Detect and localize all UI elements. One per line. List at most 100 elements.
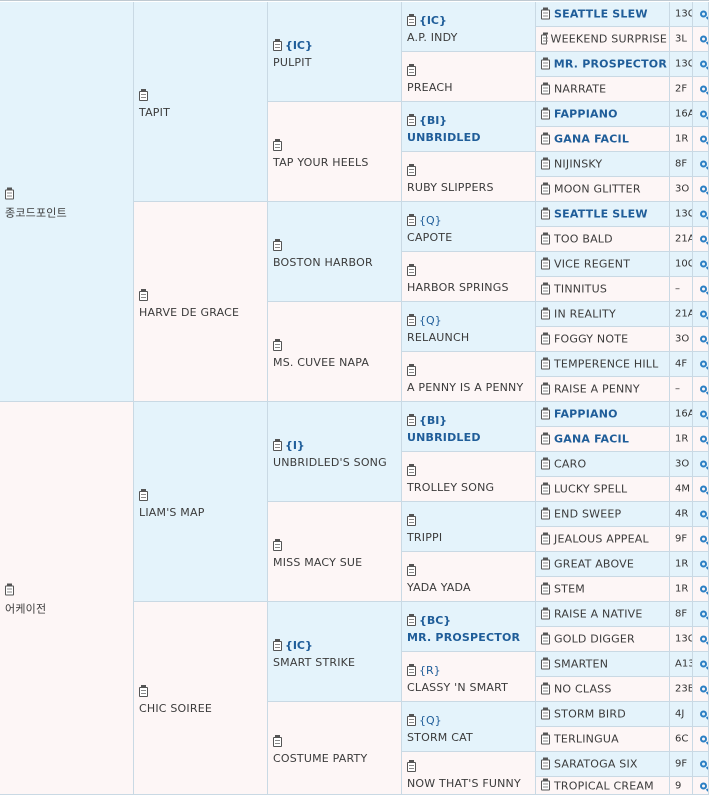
horse-name[interactable]: LUCKY SPELL: [554, 483, 627, 496]
magnifier-icon[interactable]: [700, 35, 707, 43]
horse-name[interactable]: NOW THAT'S FUNNY: [407, 777, 533, 790]
magnifier-icon[interactable]: [700, 60, 707, 68]
ancestor-gen4[interactable]: TROLLEY SONG: [402, 452, 536, 502]
clipboard-icon[interactable]: [407, 113, 416, 126]
ancestor-gen5[interactable]: FAPPIANO: [536, 402, 670, 427]
magnifier-icon[interactable]: [700, 10, 707, 18]
magnifier-icon[interactable]: [700, 335, 707, 343]
ancestor-gen5[interactable]: NARRATE: [536, 77, 670, 102]
ancestor-gen5[interactable]: MOON GLITTER: [536, 177, 670, 202]
search-cell[interactable]: [693, 527, 709, 552]
ancestor-gen5[interactable]: GANA FACIL: [536, 127, 670, 152]
clipboard-icon[interactable]: [541, 732, 550, 744]
horse-name[interactable]: GANA FACIL: [554, 133, 629, 146]
horse-name[interactable]: TROLLEY SONG: [407, 481, 533, 494]
ancestor-gen5[interactable]: TOO BALD: [536, 227, 670, 252]
clipboard-icon[interactable]: [541, 657, 550, 669]
clipboard-icon[interactable]: [273, 438, 282, 451]
clipboard-icon[interactable]: [541, 382, 550, 394]
horse-name[interactable]: FOGGY NOTE: [554, 333, 628, 346]
clipboard-icon[interactable]: [541, 157, 550, 169]
magnifier-icon[interactable]: [700, 210, 707, 218]
search-cell[interactable]: [693, 152, 709, 177]
horse-name[interactable]: SMART STRIKE: [273, 656, 399, 669]
magnifier-icon[interactable]: [700, 110, 707, 118]
clipboard-icon[interactable]: [541, 332, 550, 344]
clipboard-icon[interactable]: [541, 282, 550, 294]
horse-name[interactable]: STORM BIRD: [554, 708, 626, 721]
search-cell[interactable]: [693, 52, 709, 77]
ancestor-gen3[interactable]: {IC} SMART STRIKE: [268, 602, 402, 702]
clipboard-icon[interactable]: [273, 238, 282, 251]
ancestor-gen3[interactable]: COSTUME PARTY: [268, 702, 402, 795]
horse-name[interactable]: NIJINSKY: [554, 158, 602, 171]
clipboard-icon[interactable]: [541, 307, 550, 319]
ancestor-gen5[interactable]: VICE REGENT: [536, 252, 670, 277]
clipboard-icon[interactable]: [541, 482, 550, 494]
magnifier-icon[interactable]: [700, 735, 707, 743]
horse-name[interactable]: NO CLASS: [554, 683, 612, 696]
clipboard-icon[interactable]: [407, 213, 416, 226]
ancestor-gen3[interactable]: MS. CUVEE NAPA: [268, 302, 402, 402]
clipboard-icon[interactable]: [139, 685, 148, 697]
clipboard-icon[interactable]: [5, 187, 14, 199]
clipboard-icon[interactable]: [541, 682, 550, 694]
search-cell[interactable]: [693, 702, 709, 727]
ancestor-gen4[interactable]: {Q} STORM CAT: [402, 702, 536, 752]
horse-name[interactable]: LIAM'S MAP: [139, 506, 265, 519]
clipboard-icon[interactable]: [541, 632, 550, 644]
clipboard-icon[interactable]: [541, 107, 550, 119]
ancestor-gen5[interactable]: FOGGY NOTE: [536, 327, 670, 352]
horse-name[interactable]: SEATTLE SLEW: [554, 8, 648, 21]
horse-name[interactable]: YADA YADA: [407, 581, 533, 594]
clipboard-icon[interactable]: [541, 507, 550, 519]
clipboard-icon[interactable]: [407, 263, 416, 276]
horse-name[interactable]: MR. PROSPECTOR: [554, 58, 667, 71]
ancestor-gen4[interactable]: {BI} UNBRIDLED: [402, 102, 536, 152]
horse-name[interactable]: NARRATE: [554, 83, 606, 96]
magnifier-icon[interactable]: [700, 360, 707, 368]
clipboard-icon[interactable]: [541, 757, 550, 769]
horse-name[interactable]: FAPPIANO: [554, 108, 618, 121]
ancestor-gen5[interactable]: GOLD DIGGER: [536, 627, 670, 652]
search-cell[interactable]: [693, 752, 709, 777]
magnifier-icon[interactable]: [700, 310, 707, 318]
magnifier-icon[interactable]: [700, 635, 707, 643]
horse-name[interactable]: RELAUNCH: [407, 331, 533, 344]
clipboard-icon[interactable]: [407, 13, 416, 26]
search-cell[interactable]: [693, 352, 709, 377]
search-cell[interactable]: [693, 127, 709, 152]
ancestor-gen5[interactable]: TEMPERENCE HILL: [536, 352, 670, 377]
ancestor-gen4[interactable]: A PENNY IS A PENNY: [402, 352, 536, 402]
clipboard-icon[interactable]: [273, 338, 282, 351]
search-cell[interactable]: [693, 202, 709, 227]
ancestor-gen5[interactable]: SARATOGA SIX: [536, 752, 670, 777]
horse-name[interactable]: SARATOGA SIX: [554, 758, 638, 771]
magnifier-icon[interactable]: [700, 782, 707, 789]
ancestor-gen5[interactable]: GANA FACIL: [536, 427, 670, 452]
search-cell[interactable]: [693, 177, 709, 202]
ancestor-gen3[interactable]: BOSTON HARBOR: [268, 202, 402, 302]
search-cell[interactable]: [693, 452, 709, 477]
horse-name[interactable]: TAPIT: [139, 106, 265, 119]
search-cell[interactable]: [693, 377, 709, 402]
horse-name[interactable]: TEMPERENCE HILL: [554, 358, 658, 371]
ancestor-gen5[interactable]: END SWEEP: [536, 502, 670, 527]
horse-name[interactable]: GANA FACIL: [554, 433, 629, 446]
search-cell[interactable]: [693, 102, 709, 127]
ancestor-gen5[interactable]: SEATTLE SLEW: [536, 202, 670, 227]
clipboard-icon[interactable]: [139, 488, 148, 501]
clipboard-icon[interactable]: [541, 57, 550, 69]
search-cell[interactable]: [693, 252, 709, 277]
ancestor-gen4[interactable]: {R} CLASSY 'N SMART: [402, 652, 536, 702]
clipboard-icon[interactable]: [139, 88, 148, 101]
clipboard-icon[interactable]: [541, 257, 550, 269]
ancestor-gen5[interactable]: STEM: [536, 577, 670, 602]
horse-name[interactable]: TAP YOUR HEELS: [273, 156, 399, 169]
magnifier-icon[interactable]: [700, 135, 707, 143]
search-cell[interactable]: [693, 602, 709, 627]
clipboard-icon[interactable]: [273, 138, 282, 151]
clipboard-icon[interactable]: [407, 313, 416, 326]
horse-name[interactable]: CARO: [554, 458, 586, 471]
ancestor-gen5[interactable]: LUCKY SPELL: [536, 477, 670, 502]
